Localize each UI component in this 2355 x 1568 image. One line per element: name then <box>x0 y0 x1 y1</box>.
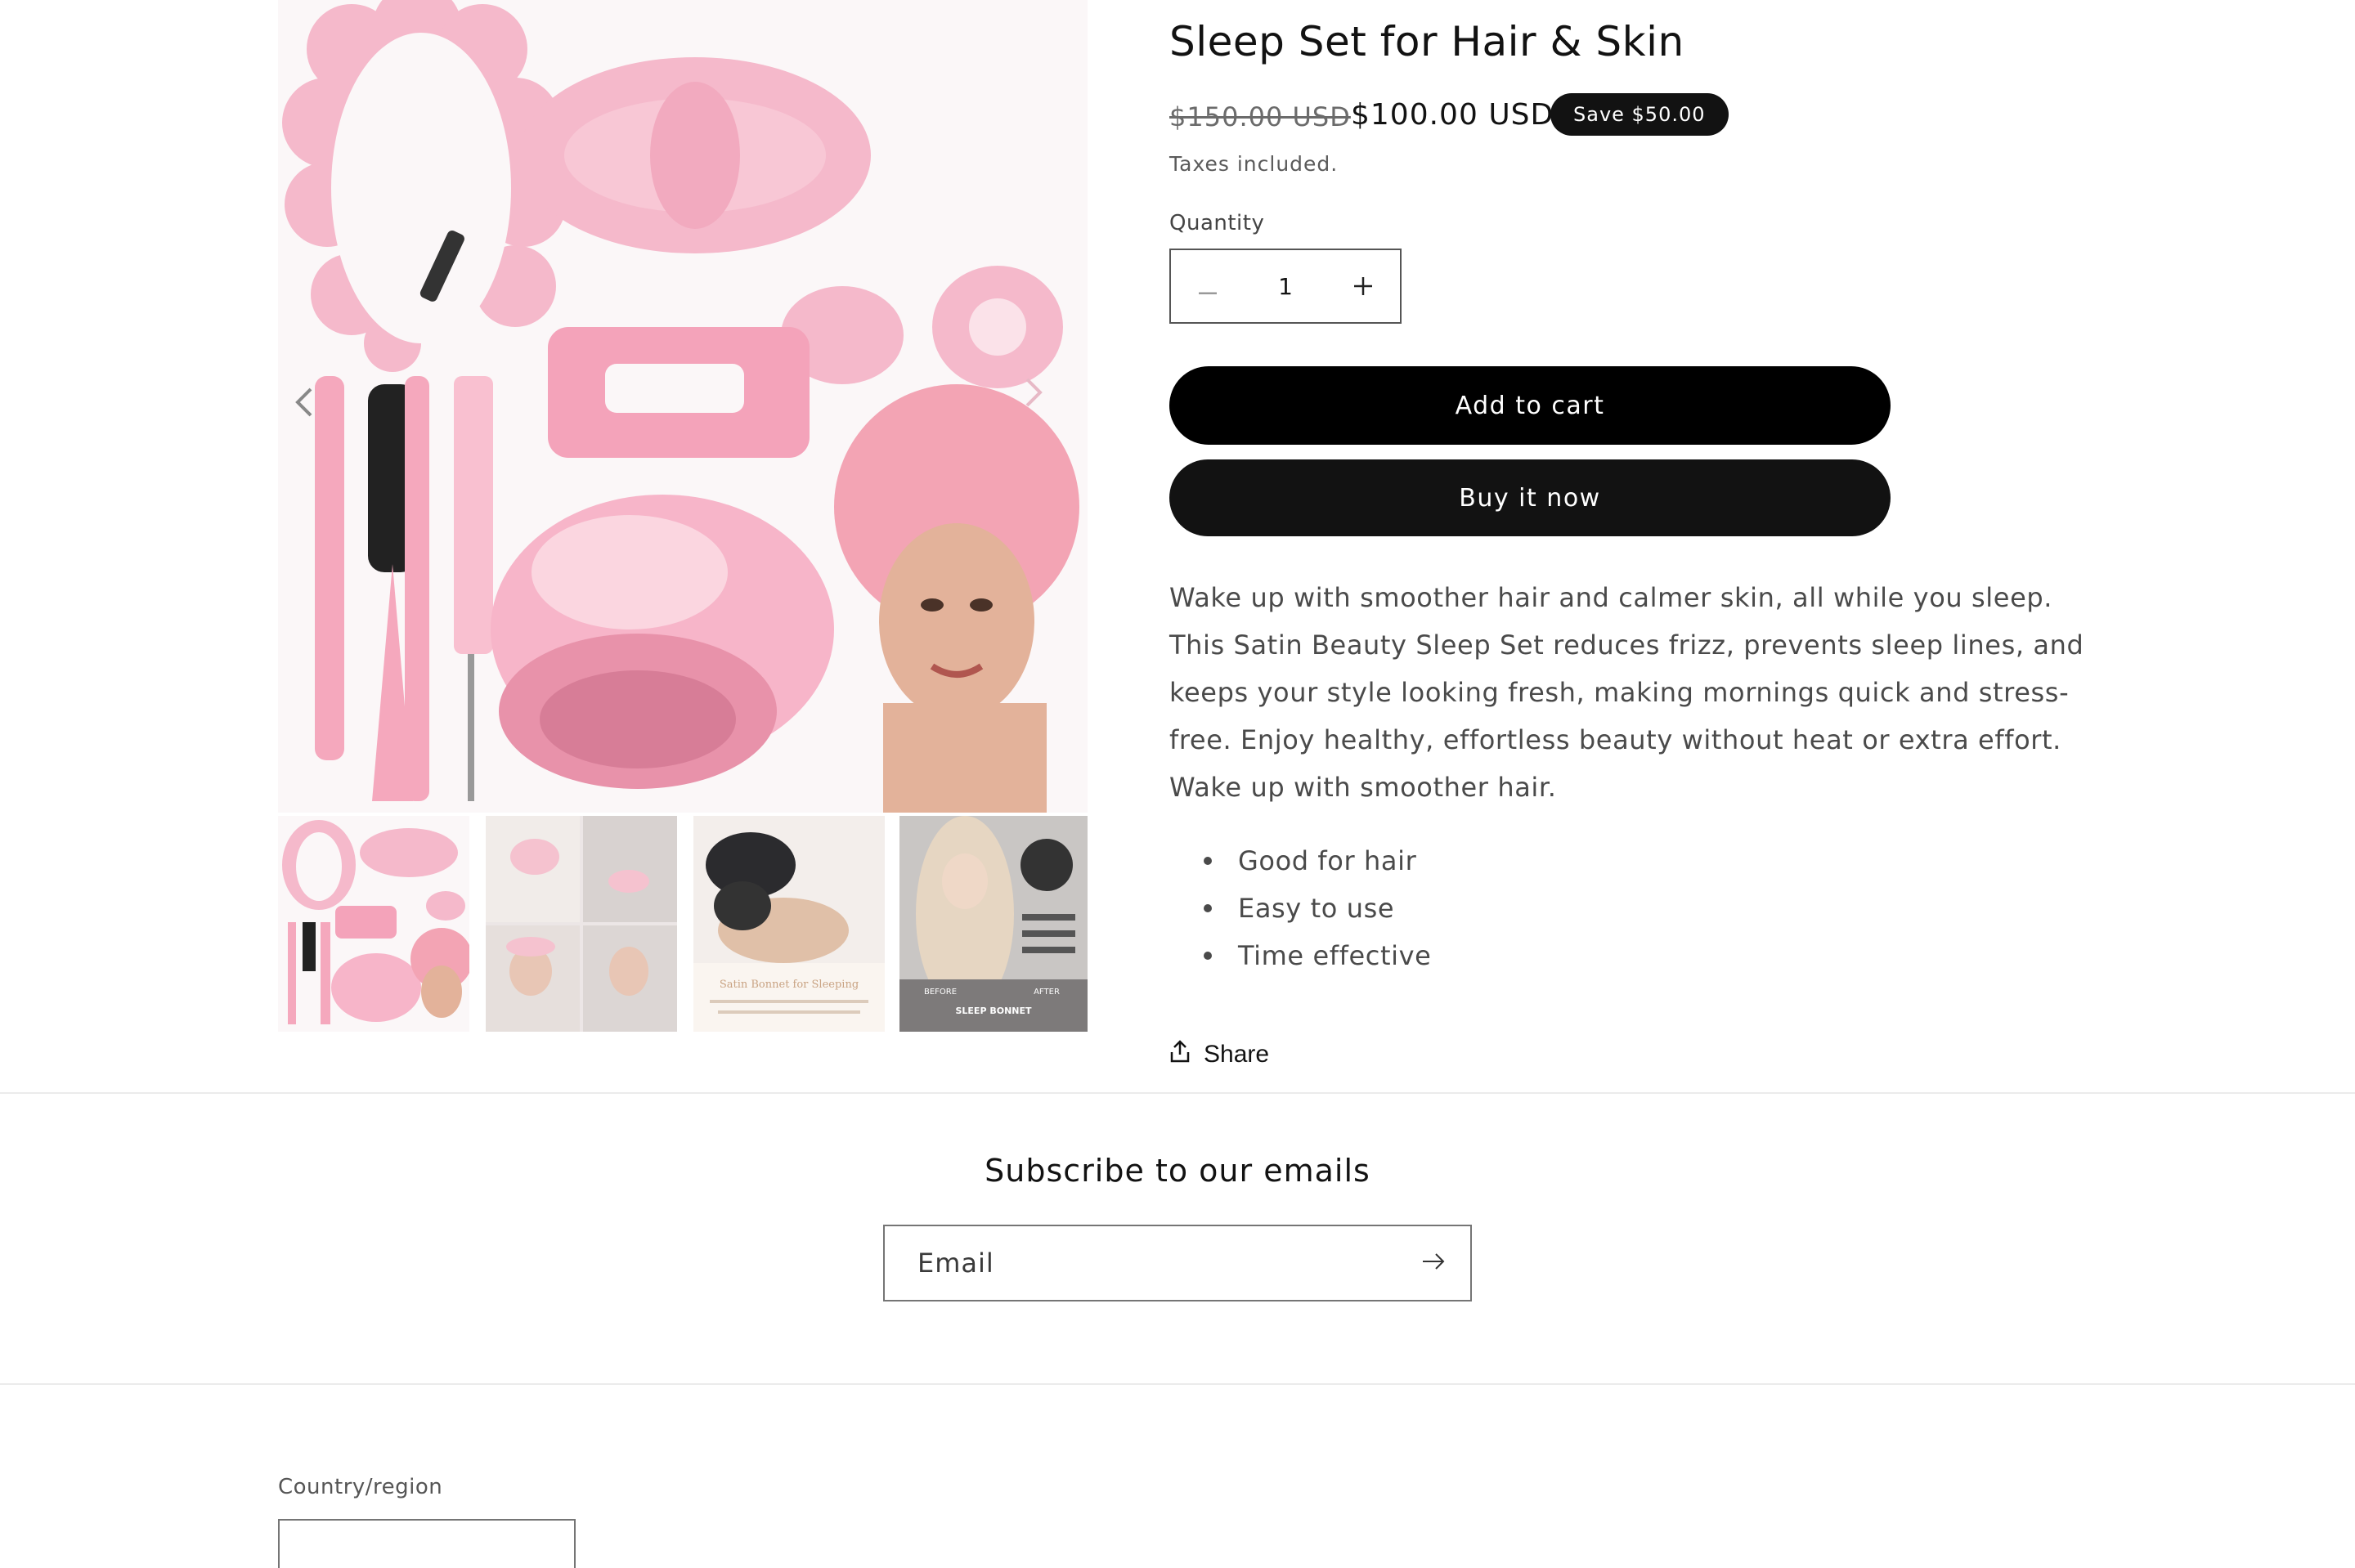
feature-item: Good for hair <box>1169 837 1431 885</box>
feature-text: Time effective <box>1238 940 1432 971</box>
compare-at-price: $150.00 USD <box>1169 101 1351 132</box>
bullet-icon <box>1204 952 1212 960</box>
feature-text: Easy to use <box>1238 893 1395 924</box>
product-description: Wake up with smoother hair and calmer sk… <box>1169 574 2102 811</box>
product-main-image[interactable] <box>278 0 1088 813</box>
feature-item: Easy to use <box>1169 885 1431 932</box>
section-divider <box>0 1092 2355 1094</box>
quantity-label: Quantity <box>1169 211 1265 235</box>
thumbnail-1[interactable] <box>278 816 469 1032</box>
quantity-stepper <box>1169 249 1402 324</box>
thumbnail-4[interactable]: BEFORE AFTER SLEEP BONNET <box>899 816 1088 1032</box>
quantity-input[interactable] <box>1247 271 1324 301</box>
feature-text: Good for hair <box>1238 845 1417 876</box>
thumb-caption: SLEEP BONNET <box>955 1006 1032 1016</box>
bullet-icon <box>1204 857 1212 865</box>
gallery-next-button[interactable] <box>1017 370 1050 419</box>
feature-item: Time effective <box>1169 932 1431 979</box>
description-paragraph: Wake up with smoother hair. <box>1169 772 1557 803</box>
arrow-right-icon <box>1421 1252 1446 1274</box>
feature-list: Good for hair Easy to use Time effective <box>1169 837 1431 979</box>
thumb-before-label: BEFORE <box>924 988 957 997</box>
share-icon <box>1169 1040 1191 1069</box>
newsletter-form <box>883 1225 1472 1301</box>
taxes-note: Taxes included. <box>1169 152 1339 176</box>
country-region-label: Country/region <box>278 1475 443 1499</box>
thumb-caption: Satin Bonnet for Sleeping <box>720 979 859 991</box>
country-region-select[interactable] <box>278 1519 576 1568</box>
add-to-cart-button[interactable]: Add to cart <box>1169 366 1891 445</box>
share-label: Share <box>1204 1041 1270 1068</box>
newsletter-submit-button[interactable] <box>1397 1226 1470 1300</box>
buy-it-now-button[interactable]: Buy it now <box>1169 459 1891 536</box>
gallery-prev-button[interactable] <box>288 379 321 428</box>
minus-icon <box>1199 270 1217 302</box>
quantity-increase-button[interactable] <box>1326 250 1400 322</box>
product-title: Sleep Set for Hair & Skin <box>1169 18 1684 65</box>
sale-price: $100.00 USD <box>1351 98 1554 132</box>
description-paragraph: Wake up with smoother hair and calmer sk… <box>1169 582 2084 755</box>
save-badge: Save $50.00 <box>1550 93 1729 136</box>
thumb-after-label: AFTER <box>1034 988 1060 997</box>
bullet-icon <box>1204 904 1212 912</box>
thumbnail-3[interactable]: Satin Bonnet for Sleeping <box>693 816 885 1032</box>
newsletter-title: Subscribe to our emails <box>985 1153 1370 1189</box>
quantity-decrease-button[interactable] <box>1171 250 1245 322</box>
thumbnail-2[interactable] <box>486 816 677 1032</box>
share-button[interactable]: Share <box>1169 1040 1269 1069</box>
footer-divider <box>0 1383 2355 1385</box>
plus-icon <box>1354 270 1372 302</box>
email-input[interactable] <box>885 1247 1397 1279</box>
chevron-right-icon <box>1024 376 1043 412</box>
chevron-left-icon <box>294 386 314 422</box>
